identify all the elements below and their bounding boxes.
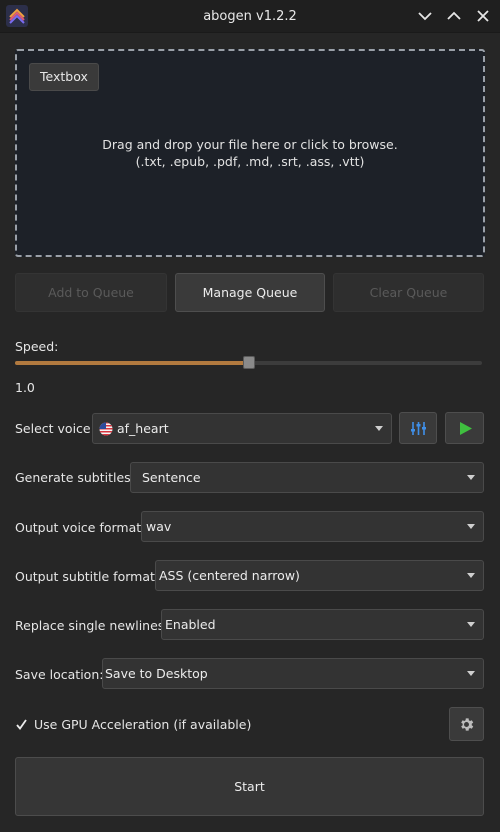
speed-slider-fill	[15, 361, 249, 365]
chevron-down-icon	[467, 524, 475, 529]
save-location-select[interactable]: Save to Desktop	[102, 658, 484, 689]
play-preview-button[interactable]	[445, 412, 484, 444]
chevron-down-icon	[375, 426, 383, 431]
voice-mixer-button[interactable]	[399, 412, 437, 444]
title-bar: abogen v1.2.2	[0, 0, 500, 33]
replace-newlines-select[interactable]: Enabled	[161, 609, 484, 640]
play-icon	[460, 422, 472, 435]
output-voice-format-label: Output voice format:	[15, 520, 146, 535]
speed-value: 1.0	[15, 380, 35, 395]
output-voice-format-value: wav	[146, 519, 172, 534]
gear-icon	[461, 718, 474, 731]
clear-queue-button[interactable]: Clear Queue	[333, 273, 484, 312]
chevron-down-icon	[467, 573, 475, 578]
voice-value: af_heart	[117, 421, 169, 436]
output-subtitle-format-label: Output subtitle format:	[15, 569, 160, 584]
voice-mixer-icon	[411, 422, 426, 435]
chevron-down-icon	[467, 475, 475, 480]
output-subtitle-format-select[interactable]: ASS (centered narrow)	[155, 560, 484, 591]
voice-select[interactable]: af_heart	[92, 413, 392, 444]
save-location-value: Save to Desktop	[105, 666, 208, 681]
output-subtitle-format-value: ASS (centered narrow)	[159, 568, 300, 583]
manage-queue-button[interactable]: Manage Queue	[175, 273, 325, 312]
chevron-down-icon	[467, 622, 475, 627]
generate-subtitles-value: Sentence	[142, 470, 201, 485]
replace-newlines-label: Replace single newlines:	[15, 618, 169, 633]
generate-subtitles-select[interactable]: Sentence	[130, 462, 484, 493]
settings-button[interactable]	[449, 707, 484, 741]
chevron-down-icon	[467, 671, 475, 676]
supported-formats: (.txt, .epub, .pdf, .md, .srt, .ass, .vt…	[135, 154, 365, 169]
replace-newlines-value: Enabled	[165, 617, 216, 632]
gpu-acceleration-label: Use GPU Acceleration (if available)	[34, 717, 252, 732]
speed-slider-handle[interactable]	[242, 356, 255, 369]
textbox-button[interactable]: Textbox	[29, 63, 99, 91]
speed-label: Speed:	[15, 339, 59, 354]
select-voice-label: Select voice:	[15, 421, 95, 436]
us-flag-icon	[99, 422, 113, 436]
maximize-icon[interactable]	[445, 7, 463, 25]
minimize-icon[interactable]	[416, 7, 434, 25]
generate-subtitles-label: Generate subtitles:	[15, 470, 135, 485]
save-location-label: Save location:	[15, 667, 104, 682]
output-voice-format-select[interactable]: wav	[141, 511, 484, 542]
close-icon[interactable]	[474, 7, 492, 25]
gpu-acceleration-checkbox[interactable]	[15, 718, 28, 731]
add-to-queue-button[interactable]: Add to Queue	[15, 273, 167, 312]
drop-instructions: Drag and drop your file here or click to…	[102, 137, 398, 152]
start-button[interactable]: Start	[15, 757, 484, 816]
file-drop-zone[interactable]: Textbox Drag and drop your file here or …	[15, 49, 485, 257]
